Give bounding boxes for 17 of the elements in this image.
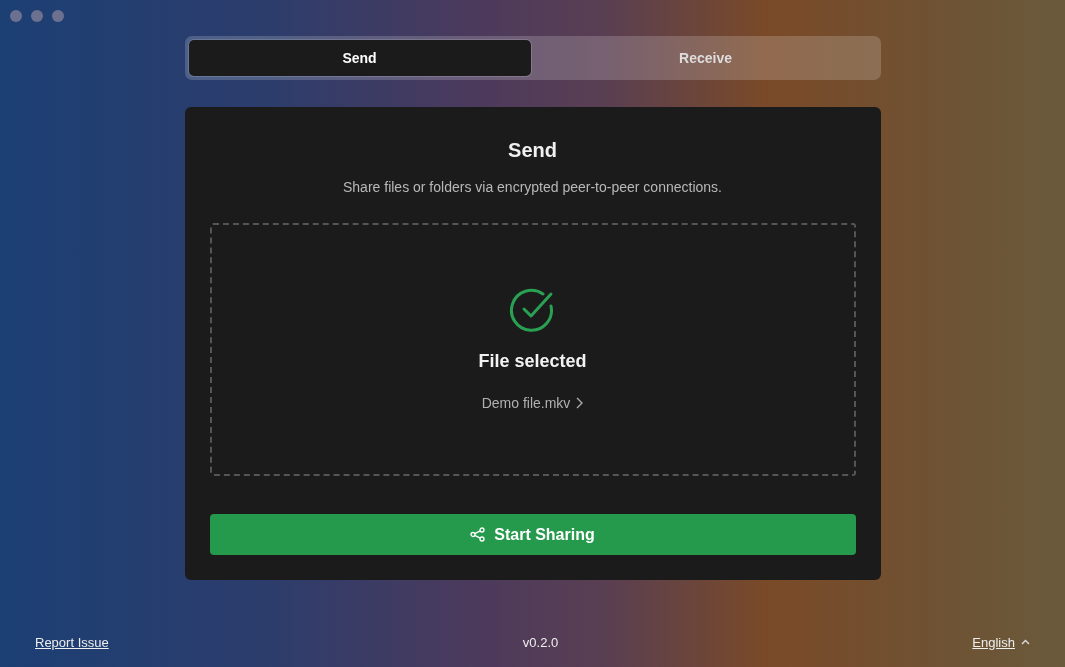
tab[interactable]: Send [188,40,531,76]
chevron-up-icon [1021,639,1030,646]
panel-subtitle: Share files or folders via encrypted peer-to-peer connections. [343,178,722,197]
status-text: File selected [478,349,587,373]
chevron-right-icon [576,397,584,409]
window-close-button[interactable] [10,10,22,22]
window-zoom-button[interactable] [52,10,64,22]
drop-zone[interactable]: File selected Demo file.mkv [209,223,856,476]
tab[interactable]: Receive [534,40,877,76]
panel-title: Send [508,138,557,163]
version-label: v0.2.0 [522,633,559,652]
start-sharing-button[interactable]: Start Sharing [209,514,856,555]
window-minimize-button[interactable] [31,10,43,22]
share-icon [470,527,486,542]
file-name[interactable]: Demo file.mkv [481,392,571,414]
language-link[interactable]: English [972,632,1015,652]
report-issue-link[interactable]: Report Issue [35,632,109,652]
